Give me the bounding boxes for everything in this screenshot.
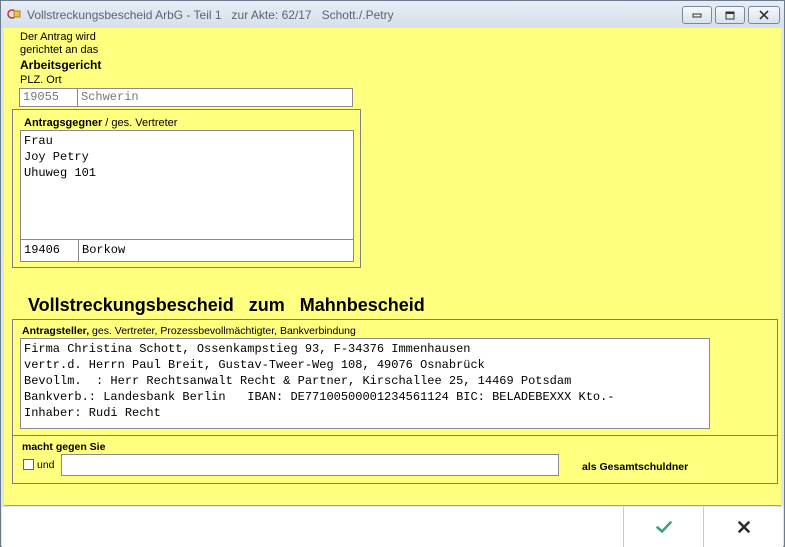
opponent-plz-input[interactable]: 19406	[24, 243, 74, 257]
form-area: Der Antrag wird gerichtet an das Arbeits…	[4, 28, 781, 506]
applicant-line: vertr.d. Herrn Paul Breit, Gustav-Tweer-…	[24, 358, 485, 372]
opponent-line: Frau	[24, 134, 53, 148]
court-address-field: 19055 Schwerin	[19, 88, 353, 107]
applicant-group: Antragsteller, ges. Vertreter, Prozessbe…	[12, 319, 778, 484]
ok-button[interactable]	[623, 507, 703, 547]
applicant-line: Bevollm. : Herr Rechtsanwalt Recht & Par…	[24, 374, 572, 388]
minimize-icon	[692, 13, 702, 18]
window-title: Vollstreckungsbescheid ArbG - Teil 1 zur…	[27, 8, 394, 22]
opponent-address-box: Frau Joy Petry Uhuweg 101 19406 Borkow	[20, 130, 354, 262]
applicant-textarea[interactable]: Firma Christina Schott, Ossenkampstieg 9…	[20, 338, 710, 429]
und-checkbox[interactable]	[23, 459, 34, 470]
close-x-icon	[737, 521, 750, 533]
intro-text-2: gerichtet an das	[20, 44, 99, 56]
applicant-line: Bankverb.: Landesbank Berlin IBAN: DE771…	[24, 390, 615, 404]
applicant-label: Antragsteller, ges. Vertreter, Prozessbe…	[22, 325, 356, 337]
opponent-line: Uhuweg 101	[24, 166, 97, 180]
court-type: Arbeitsgericht	[20, 58, 102, 72]
dialog-window: Vollstreckungsbescheid ArbG - Teil 1 zur…	[0, 0, 785, 547]
check-icon	[655, 521, 672, 533]
opponent-ort-input[interactable]: Borkow	[82, 243, 125, 257]
close-icon	[759, 10, 769, 20]
minimize-button[interactable]	[682, 6, 712, 24]
joint-debtor-suffix: als Gesamtschuldner	[582, 461, 689, 473]
title-bar[interactable]: Vollstreckungsbescheid ArbG - Teil 1 zur…	[1, 1, 784, 28]
applicant-line: Inhaber: Rudi Recht	[24, 406, 161, 420]
close-button[interactable]	[748, 6, 780, 24]
group-divider	[13, 435, 777, 436]
opponent-address-textarea[interactable]: Frau Joy Petry Uhuweg 101	[24, 133, 350, 239]
claim-label: macht gegen Sie	[22, 441, 106, 453]
intro-text-1: Der Antrag wird	[20, 31, 96, 43]
opponent-label: Antragsgegner / ges. Vertreter	[24, 117, 178, 129]
codebtor-input[interactable]	[61, 454, 559, 476]
opponent-plz-ort-row: 19406 Borkow	[21, 239, 353, 262]
plz-ort-label: PLZ. Ort	[20, 74, 62, 86]
app-icon	[7, 9, 21, 19]
court-plz-input[interactable]: 19055	[20, 89, 78, 106]
opponent-line: Joy Petry	[24, 150, 89, 164]
button-bar	[2, 507, 783, 547]
applicant-line: Firma Christina Schott, Ossenkampstieg 9…	[24, 342, 471, 356]
maximize-icon	[725, 11, 735, 19]
opponent-group: Antragsgegner / ges. Vertreter Frau Joy …	[12, 109, 361, 268]
maximize-button[interactable]	[715, 6, 745, 24]
cancel-button[interactable]	[703, 507, 783, 547]
page-heading: Vollstreckungsbescheid zum Mahnbescheid	[28, 295, 425, 315]
und-label: und	[37, 459, 55, 471]
court-ort-input[interactable]: Schwerin	[78, 89, 352, 106]
